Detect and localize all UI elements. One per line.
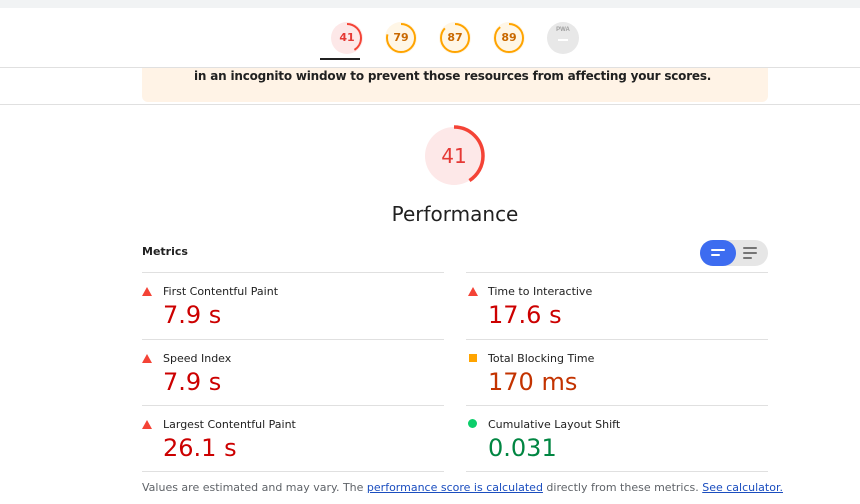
- metric-label: First Contentful Paint: [163, 285, 279, 298]
- metric-largest-contentful-paint: Largest Contentful Paint 26.1 s: [142, 406, 442, 470]
- metric-speed-index: Speed Index 7.9 s: [142, 340, 442, 404]
- gauge-accessibility[interactable]: 79: [385, 22, 417, 54]
- footnote-text-start: Values are estimated and may vary. The: [142, 481, 367, 494]
- pwa-dash-icon: [558, 39, 568, 41]
- metrics-footnote: Values are estimated and may vary. The p…: [142, 481, 783, 494]
- performance-score: 41: [441, 144, 467, 168]
- fail-triangle-icon: [468, 286, 478, 296]
- pwa-label: PWA: [556, 27, 570, 33]
- section-divider: [0, 104, 860, 105]
- metric-first-contentful-paint: First Contentful Paint 7.9 s: [142, 273, 442, 337]
- metrics-rule: [466, 471, 768, 472]
- expanded-view-icon[interactable]: [743, 247, 757, 262]
- metric-label: Largest Contentful Paint: [163, 418, 296, 431]
- warning-notice-text: in an incognito window to prevent those …: [194, 69, 712, 83]
- metric-label: Cumulative Layout Shift: [488, 418, 621, 431]
- footnote-text-middle: directly from these metrics.: [542, 481, 703, 494]
- gauge-seo[interactable]: 89: [493, 22, 525, 54]
- fail-triangle-icon: [142, 286, 152, 296]
- metric-value: 7.9 s: [163, 368, 222, 396]
- fail-triangle-icon: [142, 353, 152, 363]
- pass-circle-icon: [468, 419, 477, 428]
- see-calculator-link[interactable]: See calculator.: [702, 481, 783, 494]
- metric-value: 0.031: [488, 434, 557, 462]
- gauge-pwa[interactable]: PWA: [547, 22, 579, 54]
- active-tab-indicator: [320, 58, 360, 60]
- gauge-best-practices[interactable]: 87: [439, 22, 471, 54]
- gauge-performance-score: 41: [339, 31, 355, 44]
- metric-time-to-interactive: Time to Interactive 17.6 s: [468, 273, 768, 337]
- metric-label: Speed Index: [163, 352, 232, 365]
- metric-value: 26.1 s: [163, 434, 237, 462]
- metric-cumulative-layout-shift: Cumulative Layout Shift 0.031: [468, 406, 768, 470]
- metric-label: Total Blocking Time: [488, 352, 595, 365]
- gauge-seo-score: 89: [501, 31, 517, 44]
- compact-view-icon: [711, 249, 725, 259]
- average-square-icon: [469, 354, 477, 362]
- fail-triangle-icon: [142, 419, 152, 429]
- metric-value: 7.9 s: [163, 301, 222, 329]
- metrics-view-toggle[interactable]: [700, 240, 768, 266]
- metrics-rule: [142, 471, 444, 472]
- score-gauge-bar: 41 79 87 89 PWA: [0, 8, 860, 68]
- category-title: Performance: [391, 202, 519, 226]
- top-strip: [0, 0, 860, 8]
- gauge-performance[interactable]: 41: [331, 22, 363, 54]
- metric-label: Time to Interactive: [488, 285, 593, 298]
- performance-score-link[interactable]: performance score is calculated: [367, 481, 543, 494]
- metric-value: 170 ms: [488, 368, 578, 396]
- metric-total-blocking-time: Total Blocking Time 170 ms: [468, 340, 768, 404]
- toggle-compact-view[interactable]: [700, 240, 736, 266]
- performance-gauge: 41: [422, 124, 488, 190]
- metrics-heading: Metrics: [142, 245, 188, 258]
- metric-value: 17.6 s: [488, 301, 562, 329]
- gauge-accessibility-score: 79: [393, 31, 409, 44]
- warning-notice: in an incognito window to prevent those …: [142, 68, 768, 102]
- gauge-best-practices-score: 87: [447, 31, 463, 44]
